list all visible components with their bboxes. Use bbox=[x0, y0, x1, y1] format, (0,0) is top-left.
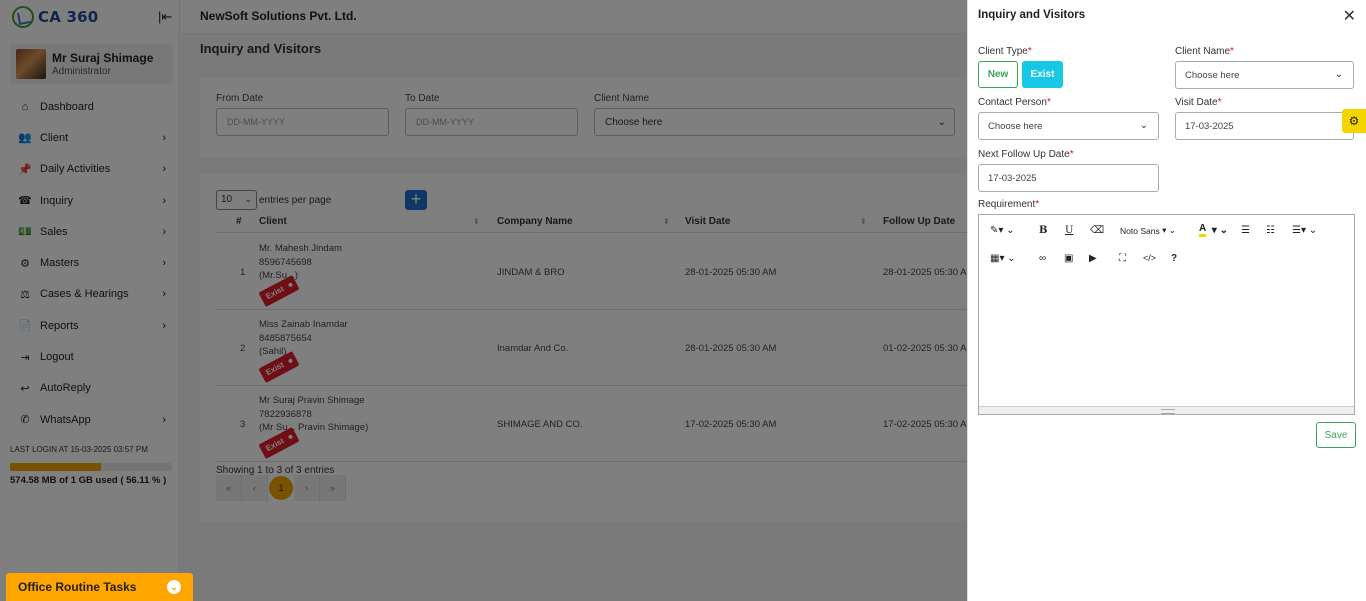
fullscreen-icon[interactable]: ⛶ bbox=[1119, 253, 1126, 264]
required-mark: * bbox=[1035, 199, 1040, 210]
main-app: CA 360 |⇤ Mr Suraj Shimage Administrator… bbox=[0, 0, 967, 601]
required-mark: * bbox=[1230, 46, 1234, 57]
visit-date-input[interactable]: 17-03-2025 bbox=[1175, 112, 1354, 140]
eraser-icon[interactable]: ⌫ bbox=[1090, 225, 1104, 236]
requirement-text: Requirement bbox=[978, 199, 1036, 210]
next-followup-text: Next Follow Up Date bbox=[978, 149, 1070, 160]
client-name-text: Client Name bbox=[1175, 46, 1231, 57]
editor-toolbar: ✎▾ ⌄ B U ⌫ Noto Sans ▾ ⌄ A ▾ ⌄ ☰ ☷ ☰▾ ⌄ … bbox=[979, 215, 1354, 273]
client-type-label: Client Type* bbox=[978, 46, 1032, 57]
contact-person-value: Choose here bbox=[988, 121, 1043, 132]
ordered-list-icon[interactable]: ☷ bbox=[1266, 225, 1275, 236]
required-mark: * bbox=[1217, 97, 1222, 108]
contact-person-select[interactable]: Choose here ⌄ bbox=[978, 112, 1159, 140]
close-icon[interactable]: ✕ bbox=[1343, 6, 1356, 26]
table-icon[interactable]: ▦▾ ⌄ bbox=[990, 253, 1016, 264]
required-mark: * bbox=[1046, 97, 1051, 108]
chevron-down-icon[interactable]: ⌄ bbox=[167, 580, 181, 594]
client-type-text: Client Type bbox=[978, 46, 1028, 57]
link-icon[interactable]: ∞ bbox=[1039, 253, 1046, 264]
chevron-down-icon: ⌄ bbox=[1139, 120, 1148, 131]
next-followup-input[interactable]: 17-03-2025 bbox=[978, 164, 1159, 192]
chevron-down-icon: ⌄ bbox=[1334, 69, 1343, 80]
requirement-editor[interactable]: ✎▾ ⌄ B U ⌫ Noto Sans ▾ ⌄ A ▾ ⌄ ☰ ☷ ☰▾ ⌄ … bbox=[978, 214, 1355, 415]
settings-gear-icon[interactable]: ⚙ bbox=[1342, 109, 1366, 133]
font-name: Noto Sans bbox=[1120, 225, 1160, 236]
video-icon[interactable]: ▶ bbox=[1089, 253, 1097, 264]
requirement-label: Requirement* bbox=[978, 199, 1039, 210]
underline-icon[interactable]: U bbox=[1065, 225, 1073, 236]
office-routine-tasks-bar[interactable]: Office Routine Tasks ⌄ bbox=[6, 573, 193, 601]
inquiry-panel: Inquiry and Visitors ✕ Client Type* New … bbox=[967, 0, 1366, 601]
bold-icon[interactable]: B bbox=[1039, 225, 1047, 236]
client-name-select[interactable]: Choose here ⌄ bbox=[1175, 61, 1354, 89]
code-view-icon[interactable]: </> bbox=[1143, 253, 1156, 263]
exist-client-button[interactable]: Exist bbox=[1022, 61, 1063, 88]
help-icon[interactable]: ? bbox=[1171, 253, 1177, 264]
client-name-value: Choose here bbox=[1185, 70, 1240, 81]
unordered-list-icon[interactable]: ☰ bbox=[1241, 225, 1250, 236]
new-client-button[interactable]: New bbox=[978, 61, 1018, 88]
panel-title: Inquiry and Visitors bbox=[978, 9, 1086, 21]
contact-person-label: Contact Person* bbox=[978, 97, 1051, 108]
required-mark: * bbox=[1027, 46, 1032, 57]
magic-style-icon[interactable]: ✎▾ ⌄ bbox=[990, 225, 1015, 236]
font-family-select[interactable]: Noto Sans ▾ ⌄ bbox=[1120, 225, 1176, 236]
office-routine-tasks-label: Office Routine Tasks bbox=[18, 580, 137, 594]
align-icon[interactable]: ☰▾ ⌄ bbox=[1292, 225, 1317, 236]
text-color-icon[interactable]: A ▾ ⌄ bbox=[1199, 224, 1228, 237]
editor-resize-handle[interactable] bbox=[979, 406, 1354, 414]
client-name-label: Client Name* bbox=[1175, 46, 1234, 57]
contact-person-text: Contact Person bbox=[978, 97, 1047, 108]
next-followup-label: Next Follow Up Date* bbox=[978, 149, 1074, 160]
image-icon[interactable]: ▣ bbox=[1064, 253, 1073, 264]
modal-backdrop[interactable] bbox=[0, 0, 967, 601]
save-button[interactable]: Save bbox=[1316, 422, 1356, 448]
visit-date-label: Visit Date* bbox=[1175, 97, 1222, 108]
visit-date-text: Visit Date bbox=[1175, 97, 1218, 108]
required-mark: * bbox=[1069, 149, 1074, 160]
